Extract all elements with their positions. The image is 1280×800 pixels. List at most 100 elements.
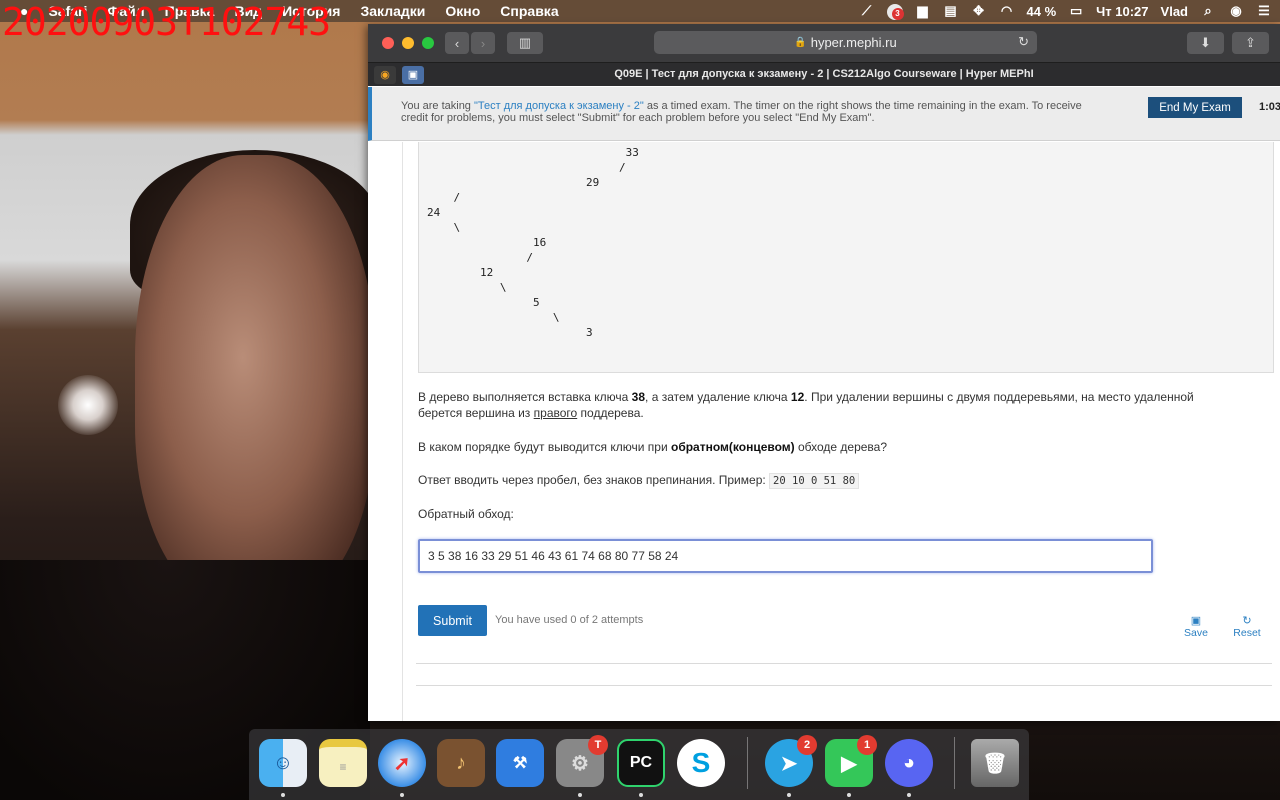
skype-icon[interactable]: S (677, 739, 725, 787)
notification-badge: 3 (891, 8, 904, 20)
reload-icon[interactable]: ↻ (1018, 34, 1029, 50)
traversal-type: обратном(концевом) (670, 440, 795, 454)
browser-toolbar: ‹ › ▥ 🔒 hyper.mephi.ru ↻ ⬇ ⇪ (368, 24, 1280, 62)
sidebar-toggle-icon[interactable]: ▥ (507, 32, 543, 54)
close-window-icon[interactable] (382, 37, 394, 49)
running-indicator (907, 793, 911, 797)
exam-link[interactable]: "Тест для допуска к экзамену - 2" (474, 100, 644, 112)
finder-icon[interactable]: ☺ (259, 739, 307, 787)
banner-text-start: You are taking (401, 100, 474, 112)
discord-icon[interactable]: ◕ (885, 739, 933, 787)
forward-button[interactable]: › (471, 32, 495, 54)
running-indicator (578, 793, 582, 797)
dock-separator (747, 737, 748, 789)
tree-line: / (427, 161, 626, 174)
person-face (135, 155, 375, 605)
clock[interactable]: Чт 10:27 (1096, 4, 1148, 19)
statement-text: , а затем удаление ключа (645, 390, 791, 404)
exam-timer: 1:03: (1259, 101, 1280, 113)
answer-format-hint: Ответ вводить через пробел, без знаков п… (418, 472, 1238, 489)
example-code: 20 10 0 51 80 (769, 473, 860, 489)
downloads-icon[interactable]: ⬇ (1187, 32, 1224, 54)
active-tab-title[interactable]: Q09E | Тест для допуска к экзамену - 2 |… (368, 68, 1280, 80)
share-icon[interactable]: ⇪ (1232, 32, 1269, 54)
battery-icon[interactable]: ▭ (1068, 4, 1084, 18)
url-text: hyper.mephi.ru (810, 35, 897, 50)
end-exam-button[interactable]: End My Exam (1148, 97, 1242, 118)
address-bar[interactable]: 🔒 hyper.mephi.ru ↻ (654, 31, 1037, 54)
pycharm-icon[interactable]: PC (617, 739, 665, 787)
reset-icon: ↻ (1242, 615, 1252, 627)
answer-input[interactable] (418, 539, 1153, 573)
tree-line: \ (427, 311, 560, 324)
vpn-icon[interactable]: ✥ (971, 4, 987, 18)
running-indicator (847, 793, 851, 797)
safari-icon[interactable]: ➚ (378, 739, 426, 787)
hint-text: Ответ вводить через пробел, без знаков п… (418, 473, 770, 487)
tab-bar: ◉ ▣ Q09E | Тест для допуска к экзамену -… (368, 62, 1280, 86)
facetime-icon[interactable]: ▶ 1 (825, 735, 877, 787)
save-label: Save (1184, 627, 1208, 639)
reset-button[interactable]: ↻ Reset (1227, 615, 1267, 639)
minimize-window-icon[interactable] (402, 37, 414, 49)
subtree-side: правого (533, 406, 578, 420)
notification-icon[interactable]: 3 (886, 4, 904, 20)
banner-message: You are taking "Тест для допуска к экзам… (401, 100, 1101, 124)
running-indicator (400, 793, 404, 797)
section-divider (416, 685, 1272, 686)
answer-label: Обратный обход: (418, 507, 514, 521)
running-indicator (639, 793, 643, 797)
system-preferences-icon[interactable]: ⚙ T (556, 735, 608, 787)
insert-key: 38 (631, 390, 646, 404)
app-badge: T (588, 735, 608, 755)
tree-line: \ (427, 221, 461, 234)
app-badge: 2 (797, 735, 817, 755)
content-divider (402, 142, 403, 721)
statement-text: поддерева. (577, 406, 644, 420)
save-button[interactable]: ▣ Save (1176, 615, 1216, 639)
lock-icon: 🔒 (794, 37, 807, 48)
menu-bookmarks[interactable]: Закладки (360, 3, 425, 19)
menu-window[interactable]: Окно (445, 3, 480, 19)
app-badge: 1 (857, 735, 877, 755)
tree-line: 29 (427, 176, 600, 189)
search-icon[interactable]: ⌕ (1200, 4, 1216, 18)
delete-key: 12 (790, 390, 805, 404)
xcode-icon[interactable]: ⚒ (496, 739, 544, 787)
tree-line: / (427, 251, 533, 264)
running-indicator (281, 793, 285, 797)
submit-button[interactable]: Submit (418, 605, 487, 636)
reset-label: Reset (1233, 627, 1261, 639)
problem-content: 33 / 29 /24 \ 16 / 12 \ 5 \ 3 В дерево в… (368, 142, 1280, 721)
siri-icon[interactable]: ◉ (1228, 4, 1244, 18)
message-icon[interactable]: ▆ (915, 4, 931, 18)
telegram-icon[interactable]: ➤ 2 (765, 735, 817, 787)
section-divider (416, 663, 1272, 664)
menu-help[interactable]: Справка (500, 3, 558, 19)
dock: ☺ ≡ ➚ ♪ ⚒ ⚙ T PC S ➤ 2 ▶ 1 ◕ 🗑 (249, 729, 1029, 800)
garageband-icon[interactable]: ♪ (437, 739, 485, 787)
flag-icon[interactable]: ▤ (943, 4, 959, 18)
tree-line: / (427, 191, 461, 204)
timed-exam-banner: You are taking "Тест для допуска к экзам… (368, 87, 1280, 141)
control-center-icon[interactable]: ☰ (1256, 4, 1272, 18)
tree-line: 3 (427, 326, 593, 339)
question-text: В каком порядке будут выводится ключи пр… (418, 439, 1238, 455)
back-button[interactable]: ‹ (445, 32, 469, 54)
question-start: В каком порядке будут выводится ключи пр… (418, 440, 671, 454)
statement-text: В дерево выполняется вставка ключа (418, 390, 632, 404)
recording-timestamp: 20200903T102743 (2, 0, 331, 44)
save-icon: ▣ (1190, 615, 1202, 627)
user-name[interactable]: Vlad (1161, 4, 1188, 19)
tree-line: 5 (427, 296, 540, 309)
tree-diagram: 33 / 29 / 24 \ 16 / 12 \ 5 \ 3 (418, 142, 1274, 373)
tree-line: 33 (427, 146, 639, 159)
notes-icon[interactable]: ≡ (319, 739, 367, 787)
tree-line: \ (427, 281, 507, 294)
wifi-icon[interactable]: ◠ (999, 4, 1015, 18)
dock-separator (954, 737, 955, 789)
trash-icon[interactable]: 🗑 (971, 739, 1019, 787)
zoom-window-icon[interactable] (422, 37, 434, 49)
pen-tool-icon[interactable]: ⟋ (859, 4, 875, 18)
attempts-counter: You have used 0 of 2 attempts (495, 614, 644, 626)
